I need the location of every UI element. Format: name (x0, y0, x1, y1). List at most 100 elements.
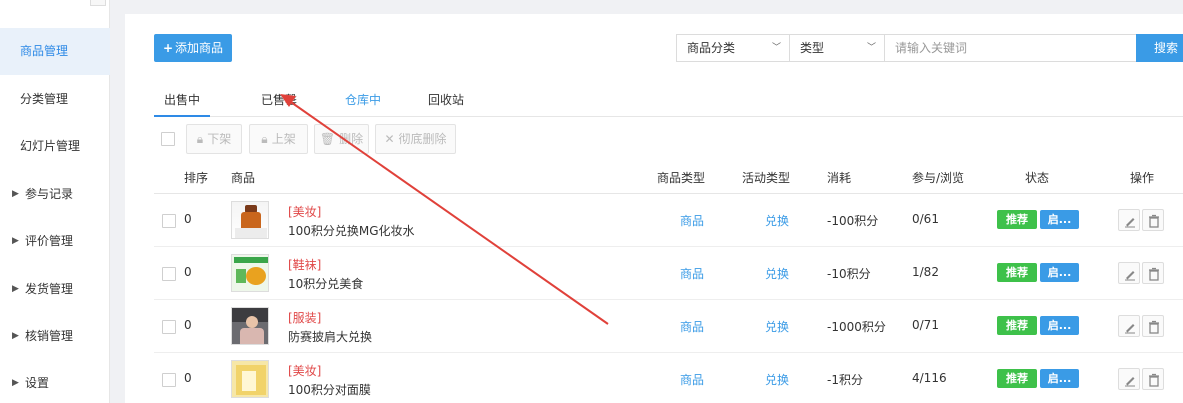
header-sort: 排序 (184, 171, 209, 185)
caret-right-icon: ▶ (12, 331, 19, 341)
delete-row-button[interactable] (1142, 262, 1164, 284)
tab-on-sale[interactable]: 出售中 (154, 84, 210, 117)
chevron-down-icon: ﹀ (771, 43, 781, 53)
caret-right-icon: ▶ (12, 378, 19, 388)
caret-right-icon: ▶ (12, 284, 19, 294)
sidebar-item-goods[interactable]: 商品管理 (0, 28, 110, 75)
keyword-search-input[interactable] (885, 34, 1137, 62)
goods-thumbnail[interactable] (231, 360, 269, 398)
goods-type-link[interactable]: 商品 (680, 212, 704, 229)
activity-type-link[interactable]: 兑换 (765, 265, 789, 282)
purge-button[interactable]: ✕ 彻底删除 (375, 124, 456, 154)
recommend-badge[interactable]: 推荐 (997, 263, 1037, 282)
select-all-checkbox[interactable] (161, 132, 175, 146)
status-badge[interactable]: 启... (1040, 316, 1079, 335)
header-stats: 参与/浏览 (912, 171, 965, 185)
status-badge[interactable]: 启... (1040, 369, 1079, 388)
edit-button[interactable] (1118, 315, 1140, 337)
goods-category: [服装] (288, 311, 322, 325)
sidebar-item-verification[interactable]: ▶ 核销管理 (0, 313, 110, 360)
sidebar-item-label: 设置 (25, 376, 50, 390)
goods-category: [美妆] (288, 364, 322, 378)
row-stats: 0/71 (912, 318, 939, 332)
recommend-badge[interactable]: 推荐 (997, 316, 1037, 335)
on-shelf-button[interactable]: 🔒︎ 上架 (249, 124, 308, 154)
sidebar-item-slides[interactable]: 幻灯片管理 (0, 123, 110, 170)
row-cost: -100积分 (827, 214, 879, 228)
sidebar-item-records[interactable]: ▶ 参与记录 (0, 171, 110, 218)
off-shelf-button[interactable]: 🔒︎ 下架 (186, 124, 242, 154)
edit-button[interactable] (1118, 262, 1140, 284)
delete-row-button[interactable] (1142, 368, 1164, 390)
plus-icon: + (162, 41, 174, 55)
search-button[interactable]: 搜索 (1136, 34, 1183, 62)
activity-type-link[interactable]: 兑换 (765, 371, 789, 388)
sidebar-item-label: 发货管理 (25, 282, 74, 296)
row-checkbox[interactable] (162, 373, 176, 387)
edit-button[interactable] (1118, 209, 1140, 231)
delete-label: 删除 (339, 132, 364, 146)
caret-right-icon: ▶ (12, 236, 19, 246)
recommend-badge[interactable]: 推荐 (997, 369, 1037, 388)
row-sort: 0 (184, 212, 192, 226)
sidebar-item-reviews[interactable]: ▶ 评价管理 (0, 218, 110, 265)
type-select[interactable]: 类型 ﹀ (789, 34, 885, 62)
goods-type-link[interactable]: 商品 (680, 371, 704, 388)
trash-icon (1149, 373, 1159, 387)
activity-type-link[interactable]: 兑换 (765, 318, 789, 335)
purge-label: 彻底删除 (398, 132, 447, 146)
pencil-icon (1125, 271, 1135, 281)
table-row: 0 [鞋袜] 10积分兑美食 商品 兑换 -10积分 1/82 推荐 启... (154, 247, 1183, 300)
tab-recycle-bin[interactable]: 回收站 (428, 84, 464, 117)
goods-thumbnail[interactable] (231, 254, 269, 292)
table-header: 排序 商品 商品类型 活动类型 消耗 参与/浏览 状态 操作 (154, 162, 1183, 194)
sidebar-item-category[interactable]: 分类管理 (0, 76, 110, 123)
delete-row-button[interactable] (1142, 315, 1164, 337)
goods-category: [美妆] (288, 205, 322, 219)
row-checkbox[interactable] (162, 214, 176, 228)
goods-type-link[interactable]: 商品 (680, 318, 704, 335)
trash-icon (1149, 267, 1159, 281)
row-checkbox[interactable] (162, 267, 176, 281)
table-row: 0 [美妆] 100积分对面膜 商品 兑换 -1积分 4/116 推荐 启... (154, 353, 1183, 403)
table-row: 0 [美妆] 100积分兑换MG化妆水 商品 兑换 -100积分 0/61 推荐… (154, 194, 1183, 247)
goods-thumbnail[interactable] (231, 201, 269, 239)
tab-warehouse[interactable]: 仓库中 (345, 84, 381, 117)
row-cost: -10积分 (827, 267, 871, 281)
row-checkbox[interactable] (162, 320, 176, 334)
sidebar-collapse-handle[interactable] (90, 0, 106, 6)
pencil-icon (1125, 218, 1135, 228)
edit-button[interactable] (1118, 368, 1140, 390)
close-icon: ✕ (384, 132, 395, 146)
delete-row-button[interactable] (1142, 209, 1164, 231)
sidebar-item-settings[interactable]: ▶ 设置 (0, 360, 110, 403)
row-stats: 4/116 (912, 371, 947, 385)
goods-name: 100积分兑换MG化妆水 (288, 224, 415, 238)
tab-sold-out[interactable]: 已售罄 (261, 84, 297, 117)
category-select[interactable]: 商品分类 ﹀ (676, 34, 790, 62)
goods-name: 100积分对面膜 (288, 383, 371, 397)
row-sort: 0 (184, 318, 192, 332)
status-badge[interactable]: 启... (1040, 263, 1079, 282)
type-select-value: 类型 (800, 41, 825, 55)
status-badge[interactable]: 启... (1040, 210, 1079, 229)
add-goods-label: 添加商品 (175, 41, 224, 55)
sidebar-item-label: 评价管理 (25, 234, 74, 248)
sidebar-item-shipping[interactable]: ▶ 发货管理 (0, 266, 110, 313)
add-goods-button[interactable]: + 添加商品 (154, 34, 232, 62)
activity-type-link[interactable]: 兑换 (765, 212, 789, 229)
goods-category: [鞋袜] (288, 258, 322, 272)
goods-type-link[interactable]: 商品 (680, 265, 704, 282)
header-goods: 商品 (231, 171, 256, 185)
row-sort: 0 (184, 371, 192, 385)
header-goods-type: 商品类型 (657, 171, 706, 185)
row-cost: -1000积分 (827, 320, 886, 334)
row-sort: 0 (184, 265, 192, 279)
recommend-badge[interactable]: 推荐 (997, 210, 1037, 229)
goods-name: 10积分兑美食 (288, 277, 364, 291)
sidebar-item-label: 参与记录 (25, 187, 74, 201)
sidebar-item-label: 幻灯片管理 (20, 139, 81, 153)
delete-button[interactable]: 🗑︎ 删除 (314, 124, 369, 154)
goods-thumbnail[interactable] (231, 307, 269, 345)
sidebar-item-label: 核销管理 (25, 329, 74, 343)
